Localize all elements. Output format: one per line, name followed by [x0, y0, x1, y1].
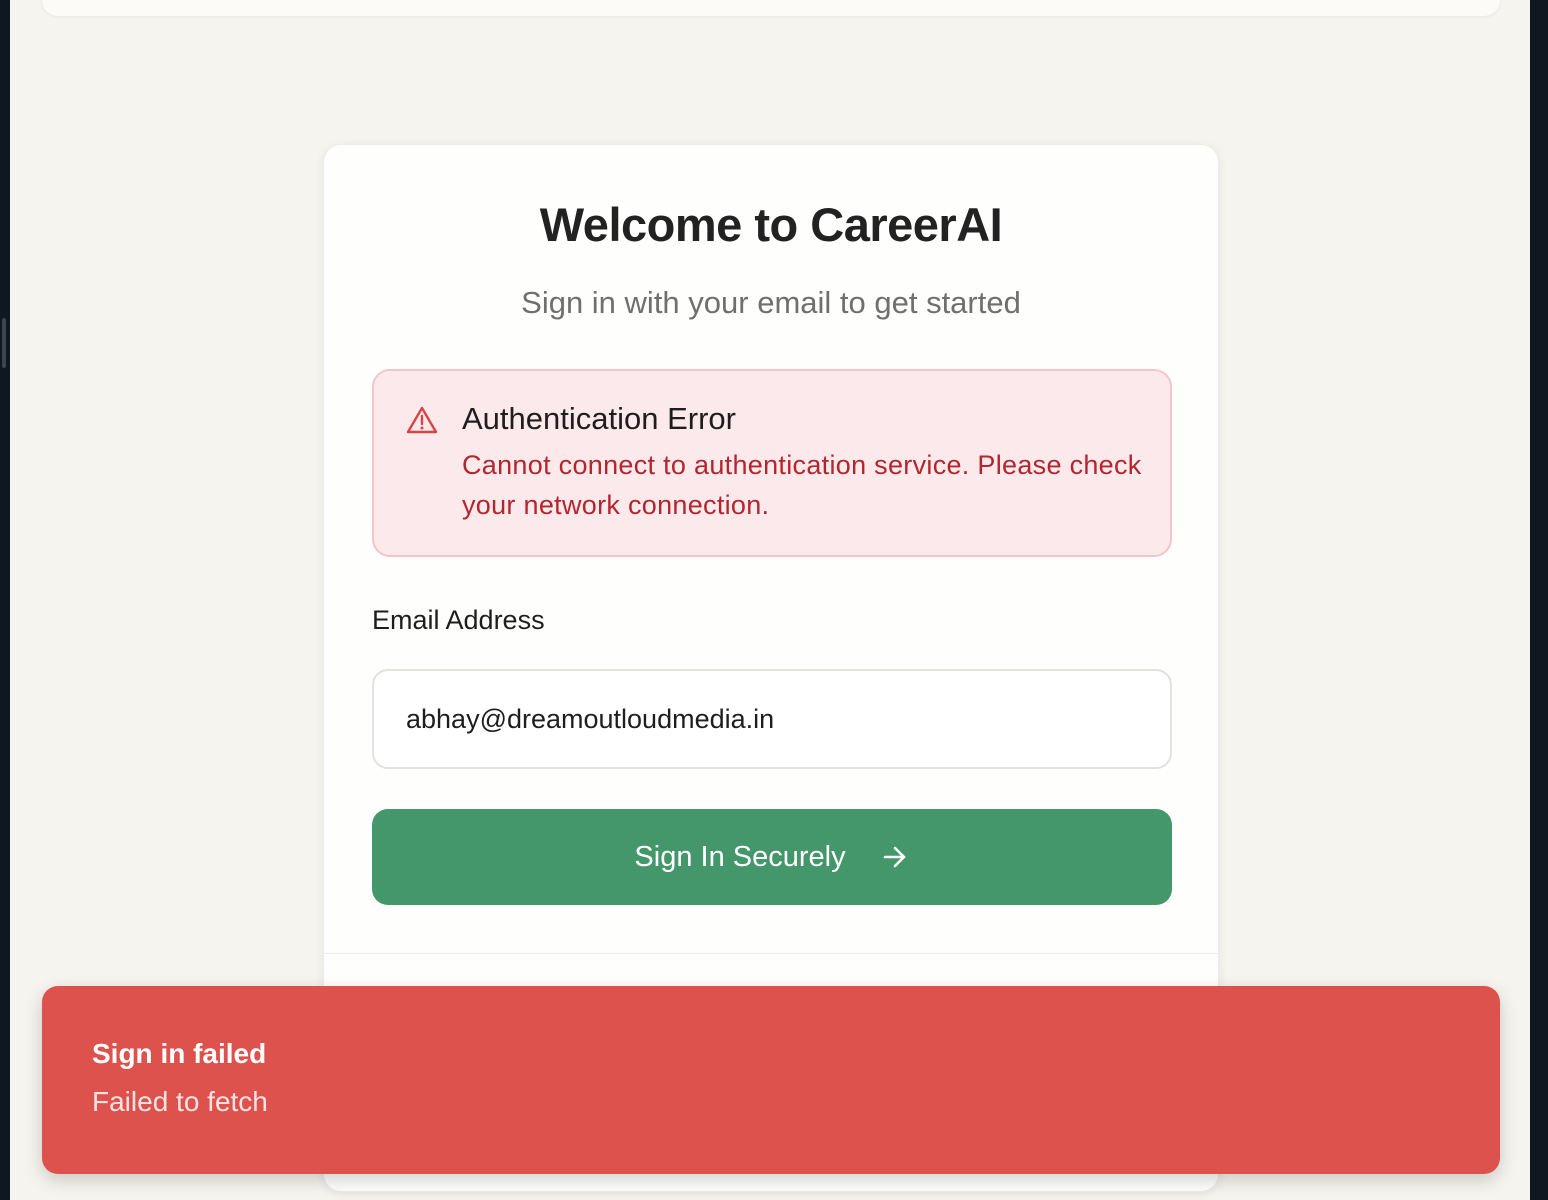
alert-message: Cannot connect to authentication service…: [462, 450, 1142, 520]
app-viewport: Welcome to CareerAI Sign in with your em…: [10, 0, 1530, 1200]
email-field-label: Email Address: [372, 605, 545, 635]
page-title: Welcome to CareerAI: [539, 198, 1003, 251]
sign-in-button-label: Sign In Securely: [634, 840, 846, 873]
page-subtitle: Sign in with your email to get started: [521, 285, 1021, 320]
sign-in-button[interactable]: Sign In Securely: [372, 809, 1172, 905]
toast-message: Failed to fetch: [92, 1086, 268, 1117]
toast-title: Sign in failed: [92, 1038, 267, 1069]
arrow-right-icon: [883, 846, 905, 868]
card-divider: [324, 953, 1218, 954]
email-field[interactable]: [372, 669, 1172, 769]
window-resize-handle[interactable]: [2, 318, 6, 368]
top-header-bar: [42, 0, 1500, 16]
authentication-error-alert: Authentication Error Cannot connect to a…: [372, 369, 1172, 557]
alert-title: Authentication Error: [462, 401, 736, 436]
warning-triangle-icon: [406, 406, 438, 434]
error-toast[interactable]: Sign in failed Failed to fetch: [42, 986, 1500, 1174]
